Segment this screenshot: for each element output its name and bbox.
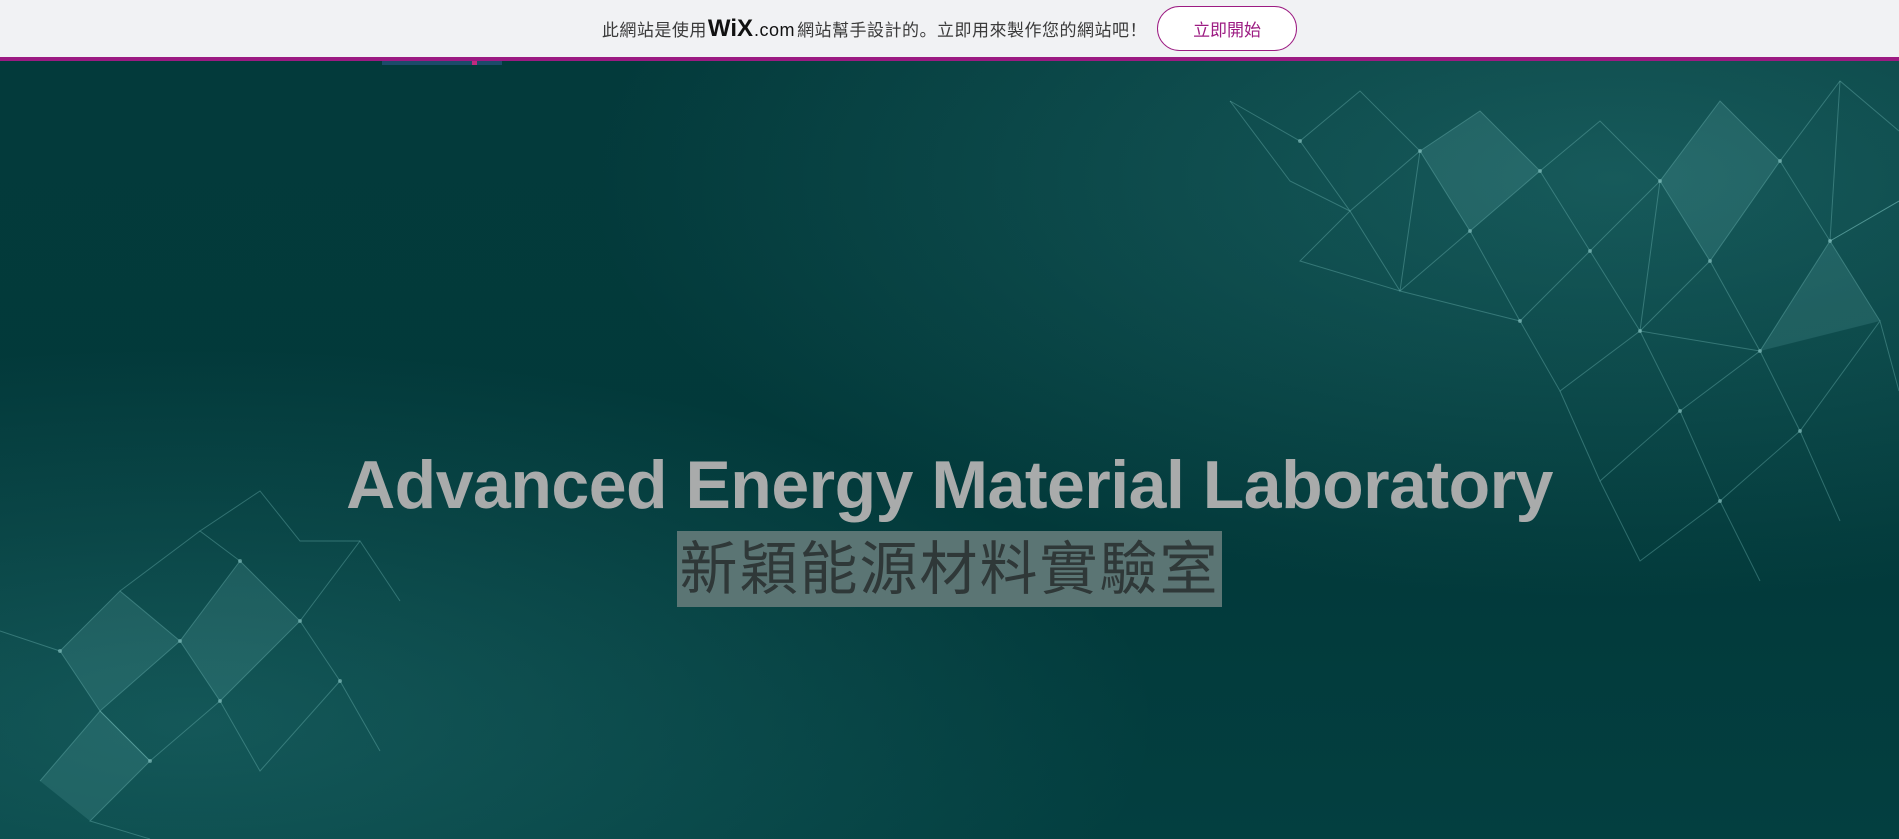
hero-section: Advanced Energy Material Laboratory 新穎能源…: [0, 61, 1899, 839]
start-now-button[interactable]: 立即開始: [1157, 6, 1298, 51]
banner-message-suffix: 網站幫手設計的。立即用來製作您的網站吧！: [797, 20, 1148, 41]
nav-menu-indicator: [382, 61, 502, 65]
wix-promo-banner: 此網站是使用 WiX .com 網站幫手設計的。立即用來製作您的網站吧！ 立即開…: [0, 0, 1899, 61]
wix-logo[interactable]: WiX: [708, 15, 753, 43]
banner-message: 此網站是使用 WiX .com 網站幫手設計的。立即用來製作您的網站吧！: [602, 15, 1147, 43]
hero-title: Advanced Energy Material Laboratory: [346, 447, 1553, 523]
hero-subtitle: 新穎能源材料實驗室: [677, 531, 1222, 607]
nav-menu-indicator-dot: [472, 61, 477, 65]
hero-subtitle-container: 新穎能源材料實驗室: [0, 531, 1899, 607]
page: 此網站是使用 WiX .com 網站幫手設計的。立即用來製作您的網站吧！ 立即開…: [0, 0, 1899, 839]
wix-logo-domain: .com: [754, 19, 796, 40]
banner-message-prefix: 此網站是使用: [601, 20, 707, 41]
